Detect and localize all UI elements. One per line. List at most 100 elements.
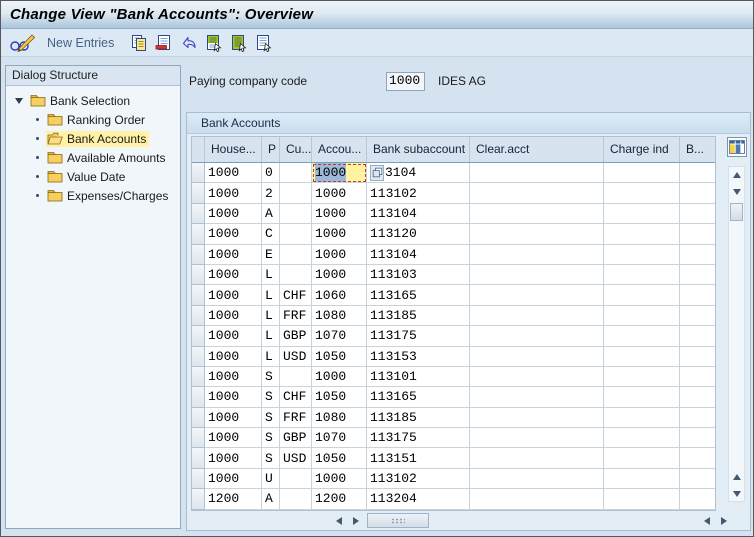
select-block-button[interactable] [228, 33, 250, 53]
cell-clear[interactable] [470, 163, 604, 183]
cell-clear[interactable] [470, 469, 604, 489]
cell-clear[interactable] [470, 448, 604, 468]
cell-b[interactable] [680, 245, 715, 265]
cell-account[interactable]: 1000 [312, 163, 367, 183]
cell-pm[interactable]: L [262, 326, 280, 346]
cell-house[interactable]: 1000 [205, 347, 262, 367]
cell-charge[interactable] [604, 183, 680, 203]
cell-house[interactable]: 1000 [205, 408, 262, 428]
cell-pm[interactable]: L [262, 347, 280, 367]
cell-pm[interactable]: S [262, 367, 280, 387]
cell-house[interactable]: 1000 [205, 428, 262, 448]
cell-cur[interactable] [280, 265, 312, 285]
vertical-scrollbar[interactable] [728, 166, 745, 502]
cell-b[interactable] [680, 265, 715, 285]
cell-account[interactable]: 1000 [312, 224, 367, 244]
cell-house[interactable]: 1000 [205, 326, 262, 346]
cell-charge[interactable] [604, 489, 680, 509]
cell-cur[interactable]: FRF [280, 306, 312, 326]
cell-account[interactable]: 1000 [312, 245, 367, 265]
paying-company-code-field[interactable]: 1000 [386, 72, 425, 91]
cell-subaccount[interactable]: 113104 [367, 204, 470, 224]
cell-cur[interactable]: CHF [280, 285, 312, 305]
cell-cur[interactable] [280, 489, 312, 509]
row-select-button[interactable] [192, 448, 205, 468]
cell-account[interactable]: 1080 [312, 306, 367, 326]
col-header-p[interactable]: P [262, 137, 280, 162]
cell-cur[interactable]: USD [280, 448, 312, 468]
cell-charge[interactable] [604, 224, 680, 244]
cell-pm[interactable]: 2 [262, 183, 280, 203]
col-header-b[interactable]: B... [680, 137, 715, 162]
col-header-house[interactable]: House... [205, 137, 262, 162]
copy-button[interactable] [128, 33, 150, 53]
cell-cur[interactable]: GBP [280, 326, 312, 346]
cell-account[interactable]: 1000 [312, 204, 367, 224]
cell-clear[interactable] [470, 408, 604, 428]
row-select-button[interactable] [192, 204, 205, 224]
cell-pm[interactable]: A [262, 489, 280, 509]
row-select-button[interactable] [192, 326, 205, 346]
cell-pm[interactable]: S [262, 428, 280, 448]
cell-b[interactable] [680, 306, 715, 326]
cell-charge[interactable] [604, 306, 680, 326]
cell-subaccount[interactable]: 113175 [367, 428, 470, 448]
tree-item-value-date[interactable]: Value Date [6, 167, 180, 186]
cell-cur[interactable]: FRF [280, 408, 312, 428]
cell-account[interactable]: 1000 [312, 367, 367, 387]
cell-subaccount[interactable]: 113120 [367, 224, 470, 244]
select-all-button[interactable] [203, 33, 225, 53]
cell-cur[interactable] [280, 204, 312, 224]
cell-b[interactable] [680, 183, 715, 203]
cell-cur[interactable]: USD [280, 347, 312, 367]
cell-cur[interactable] [280, 224, 312, 244]
cell-charge[interactable] [604, 285, 680, 305]
cell-cur[interactable] [280, 469, 312, 489]
row-select-button[interactable] [192, 245, 205, 265]
cell-b[interactable] [680, 163, 715, 183]
cell-subaccount[interactable]: 113151 [367, 448, 470, 468]
cell-house[interactable]: 1000 [205, 367, 262, 387]
tree-item-ranking-order[interactable]: Ranking Order [6, 110, 180, 129]
cell-cur[interactable] [280, 163, 312, 183]
vertical-scroll-thumb[interactable] [730, 203, 743, 221]
cell-charge[interactable] [604, 347, 680, 367]
tree-item-expenses-charges[interactable]: Expenses/Charges [6, 186, 180, 205]
col-header-accou[interactable]: Accou... [312, 137, 367, 162]
cell-charge[interactable] [604, 428, 680, 448]
cell-cur[interactable] [280, 183, 312, 203]
cell-clear[interactable] [470, 306, 604, 326]
expander-icon[interactable] [15, 98, 23, 104]
cell-clear[interactable] [470, 326, 604, 346]
cell-account[interactable]: 1050 [312, 387, 367, 407]
cell-account[interactable]: 1080 [312, 408, 367, 428]
cell-b[interactable] [680, 204, 715, 224]
cell-charge[interactable] [604, 469, 680, 489]
change-display-toggle-button[interactable] [9, 34, 35, 52]
cell-subaccount[interactable]: 113165 [367, 387, 470, 407]
row-select-button[interactable] [192, 428, 205, 448]
cell-pm[interactable]: S [262, 448, 280, 468]
col-header-charge-ind[interactable]: Charge ind [604, 137, 680, 162]
possible-entries-icon[interactable] [370, 165, 384, 181]
cell-house[interactable]: 1000 [205, 285, 262, 305]
cell-charge[interactable] [604, 265, 680, 285]
row-select-button[interactable] [192, 224, 205, 244]
cell-house[interactable]: 1000 [205, 469, 262, 489]
cell-charge[interactable] [604, 448, 680, 468]
cell-b[interactable] [680, 367, 715, 387]
cell-clear[interactable] [470, 224, 604, 244]
cell-b[interactable] [680, 469, 715, 489]
cell-subaccount[interactable]: 113101 [367, 367, 470, 387]
cell-pm[interactable]: S [262, 387, 280, 407]
outer-scroll-right-button[interactable] [716, 513, 731, 528]
cell-cur[interactable] [280, 245, 312, 265]
cell-pm[interactable]: L [262, 265, 280, 285]
row-select-button[interactable] [192, 408, 205, 428]
cell-b[interactable] [680, 408, 715, 428]
cell-cur[interactable] [280, 367, 312, 387]
cell-charge[interactable] [604, 326, 680, 346]
col-header-clear-acct[interactable]: Clear.acct [470, 137, 604, 162]
cell-account[interactable]: 1050 [312, 347, 367, 367]
cell-subaccount[interactable]: 113185 [367, 408, 470, 428]
